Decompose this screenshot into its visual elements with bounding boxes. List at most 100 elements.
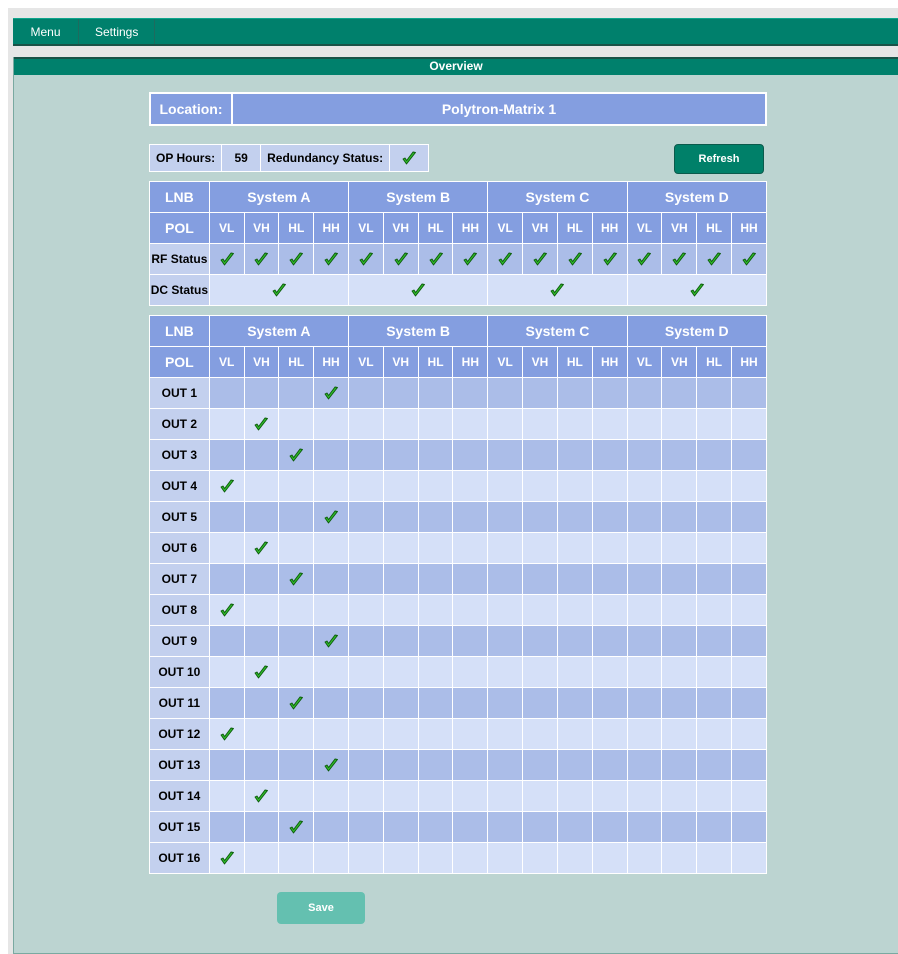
matrix-cell[interactable] [697, 502, 731, 532]
matrix-cell[interactable] [488, 843, 523, 873]
matrix-cell[interactable] [697, 781, 731, 811]
matrix-cell[interactable] [592, 409, 627, 439]
matrix-cell[interactable] [557, 781, 592, 811]
matrix-cell[interactable] [627, 781, 662, 811]
matrix-cell[interactable] [244, 750, 279, 780]
matrix-cell[interactable] [244, 843, 279, 873]
matrix-cell[interactable] [418, 378, 453, 408]
matrix-cell[interactable] [244, 657, 279, 687]
matrix-cell[interactable] [662, 378, 697, 408]
matrix-cell[interactable] [348, 719, 383, 749]
matrix-cell[interactable] [697, 378, 731, 408]
matrix-cell[interactable] [488, 502, 523, 532]
matrix-cell[interactable] [209, 812, 244, 842]
matrix-cell[interactable] [244, 812, 279, 842]
matrix-cell[interactable] [383, 626, 418, 656]
matrix-cell[interactable] [418, 719, 453, 749]
matrix-cell[interactable] [557, 812, 592, 842]
menu-item-menu[interactable]: Menu [13, 19, 79, 44]
matrix-cell[interactable] [488, 409, 523, 439]
matrix-cell[interactable] [557, 471, 592, 501]
matrix-cell[interactable] [732, 502, 766, 532]
matrix-cell[interactable] [662, 750, 697, 780]
matrix-cell[interactable] [314, 657, 348, 687]
matrix-cell[interactable] [732, 409, 766, 439]
matrix-cell[interactable] [557, 533, 592, 563]
matrix-cell[interactable] [557, 502, 592, 532]
matrix-cell[interactable] [209, 502, 244, 532]
matrix-cell[interactable] [697, 471, 731, 501]
matrix-cell[interactable] [662, 440, 697, 470]
matrix-cell[interactable] [209, 440, 244, 470]
matrix-cell[interactable] [383, 378, 418, 408]
matrix-cell[interactable] [314, 440, 348, 470]
matrix-cell[interactable] [488, 626, 523, 656]
matrix-cell[interactable] [418, 533, 453, 563]
matrix-cell[interactable] [418, 595, 453, 625]
matrix-cell[interactable] [697, 564, 731, 594]
matrix-cell[interactable] [697, 595, 731, 625]
matrix-cell[interactable] [523, 409, 557, 439]
matrix-cell[interactable] [314, 471, 348, 501]
matrix-cell[interactable] [209, 719, 244, 749]
matrix-cell[interactable] [592, 595, 627, 625]
matrix-cell[interactable] [697, 719, 731, 749]
save-button[interactable]: Save [277, 892, 365, 924]
matrix-cell[interactable] [418, 471, 453, 501]
matrix-cell[interactable] [209, 626, 244, 656]
matrix-cell[interactable] [314, 750, 348, 780]
matrix-cell[interactable] [348, 657, 383, 687]
matrix-cell[interactable] [383, 719, 418, 749]
matrix-cell[interactable] [209, 750, 244, 780]
matrix-cell[interactable] [732, 750, 766, 780]
matrix-cell[interactable] [627, 595, 662, 625]
matrix-cell[interactable] [453, 812, 488, 842]
matrix-cell[interactable] [592, 688, 627, 718]
matrix-cell[interactable] [592, 781, 627, 811]
matrix-cell[interactable] [453, 378, 488, 408]
matrix-cell[interactable] [209, 657, 244, 687]
matrix-cell[interactable] [697, 626, 731, 656]
matrix-cell[interactable] [348, 688, 383, 718]
matrix-cell[interactable] [488, 595, 523, 625]
matrix-cell[interactable] [627, 502, 662, 532]
matrix-cell[interactable] [418, 843, 453, 873]
matrix-cell[interactable] [314, 626, 348, 656]
matrix-cell[interactable] [627, 626, 662, 656]
matrix-cell[interactable] [592, 502, 627, 532]
matrix-cell[interactable] [244, 719, 279, 749]
matrix-cell[interactable] [627, 533, 662, 563]
matrix-cell[interactable] [557, 409, 592, 439]
matrix-cell[interactable] [244, 626, 279, 656]
matrix-cell[interactable] [523, 750, 557, 780]
matrix-cell[interactable] [523, 595, 557, 625]
matrix-cell[interactable] [627, 812, 662, 842]
matrix-cell[interactable] [279, 781, 314, 811]
matrix-cell[interactable] [662, 595, 697, 625]
matrix-cell[interactable] [453, 781, 488, 811]
matrix-cell[interactable] [523, 378, 557, 408]
matrix-cell[interactable] [697, 657, 731, 687]
matrix-cell[interactable] [523, 812, 557, 842]
matrix-cell[interactable] [418, 781, 453, 811]
matrix-cell[interactable] [209, 378, 244, 408]
matrix-cell[interactable] [209, 781, 244, 811]
matrix-cell[interactable] [488, 564, 523, 594]
matrix-cell[interactable] [592, 843, 627, 873]
matrix-cell[interactable] [418, 812, 453, 842]
matrix-cell[interactable] [209, 595, 244, 625]
matrix-cell[interactable] [592, 750, 627, 780]
matrix-cell[interactable] [314, 564, 348, 594]
matrix-cell[interactable] [348, 781, 383, 811]
matrix-cell[interactable] [348, 812, 383, 842]
matrix-cell[interactable] [697, 688, 731, 718]
matrix-cell[interactable] [383, 564, 418, 594]
matrix-cell[interactable] [314, 843, 348, 873]
matrix-cell[interactable] [453, 750, 488, 780]
matrix-cell[interactable] [557, 657, 592, 687]
matrix-cell[interactable] [557, 626, 592, 656]
matrix-cell[interactable] [418, 409, 453, 439]
matrix-cell[interactable] [244, 409, 279, 439]
matrix-cell[interactable] [523, 440, 557, 470]
matrix-cell[interactable] [697, 409, 731, 439]
